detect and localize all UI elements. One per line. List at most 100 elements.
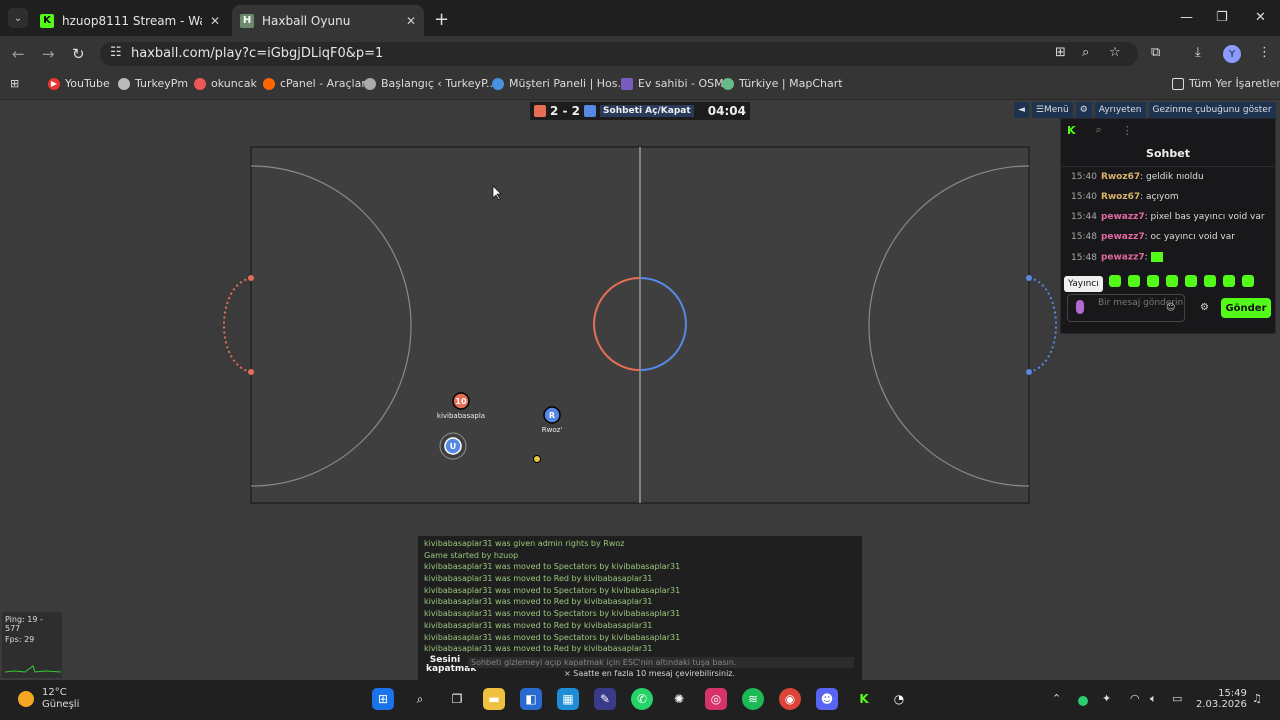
log-lines: kivibabasaplar31 was given admin rights … — [418, 536, 862, 656]
discord-icon[interactable]: ☻ — [816, 688, 838, 710]
streamer-tooltip: Yayıncı — [1064, 276, 1103, 292]
emoji-icon[interactable]: ☺ — [1166, 303, 1175, 313]
msg-user[interactable]: pewazz7 — [1101, 212, 1145, 222]
emote-icon[interactable] — [1166, 275, 1178, 287]
game-log: kivibabasaplar31 was given admin rights … — [418, 536, 862, 680]
kick-icon[interactable]: K — [853, 688, 875, 710]
emote-icon[interactable] — [1242, 275, 1254, 287]
chat-title: Sohbet — [1061, 141, 1275, 167]
network-stats: Ping: 19 - 577 Fps: 29 — [2, 612, 62, 678]
note-text: Saatte en fazla 10 mesaj çevirebilirsini… — [573, 669, 736, 678]
player-name: Rwoz' — [542, 426, 563, 434]
ball — [533, 455, 541, 463]
weather-text: Güneşli — [42, 699, 80, 710]
sun-icon — [18, 691, 34, 707]
msg-time: 15:48 — [1071, 232, 1097, 242]
start-icon[interactable]: ⊞ — [372, 688, 394, 710]
translate-note: × Saatte en fazla 10 mesaj çevirebilirsi… — [564, 669, 736, 678]
right-goal-post — [1026, 275, 1032, 281]
mic-icon[interactable] — [1076, 300, 1084, 314]
app-icon[interactable]: ◔ — [888, 688, 910, 710]
msg-time: 15:44 — [1071, 212, 1097, 222]
msg-text: pixel bas yayıncı void var — [1150, 212, 1265, 222]
msg-text: geldik nıoldu — [1146, 172, 1204, 182]
emote-icon — [1150, 252, 1163, 262]
log-line: kivibabasaplar31 was moved to Red by kiv… — [424, 620, 653, 630]
emote-bar — [1109, 275, 1254, 287]
log-line: kivibabasaplar31 was moved to Spectators… — [424, 585, 681, 595]
chat-message: 15:40 Rwoz67: geldik nıoldu — [1071, 172, 1204, 182]
whatsapp-icon[interactable]: ✆ — [631, 688, 653, 710]
more-icon[interactable]: ⋮ — [1122, 124, 1133, 137]
emote-icon[interactable] — [1204, 275, 1216, 287]
chevron-up-icon[interactable]: ⌃ — [1052, 692, 1061, 705]
ping-text: Ping: 19 - 577 — [5, 615, 43, 633]
msg-user[interactable]: Rwoz67 — [1101, 192, 1140, 202]
status-icon[interactable] — [1078, 696, 1088, 706]
search-icon[interactable]: ⌕ — [1096, 123, 1102, 137]
log-line: kivibabasaplar31 was moved to Red by kiv… — [424, 644, 653, 654]
fps-text: Fps: 29 — [5, 635, 35, 644]
msg-time: 15:40 — [1071, 192, 1097, 202]
msg-user[interactable]: pewazz7 — [1101, 232, 1145, 242]
app-icon[interactable]: ✎ — [594, 688, 616, 710]
clock-date: 2.03.2026 — [1196, 699, 1247, 710]
msg-user[interactable]: Rwoz67 — [1101, 172, 1140, 182]
wifi-icon[interactable]: ◠ — [1130, 692, 1140, 705]
left-goal-net — [223, 277, 252, 373]
msg-text: açıyom — [1146, 192, 1179, 202]
emote-icon[interactable] — [1128, 275, 1140, 287]
chatgpt-icon[interactable]: ✺ — [668, 688, 690, 710]
system-clock[interactable]: 15:49 2.03.2026 — [1196, 688, 1247, 710]
log-line: kivibabasaplar31 was moved to Spectators… — [424, 632, 681, 642]
spotify-icon[interactable]: ≋ — [742, 688, 764, 710]
app-tray-icon[interactable]: ✦ — [1102, 692, 1111, 705]
right-goal-net — [1028, 277, 1057, 373]
chat-message: 15:48 pewazz7: oc yayıncı void var — [1071, 232, 1235, 242]
player-number: R — [549, 411, 555, 420]
player-name: kivibabasapla — [437, 412, 485, 420]
log-line: Game started by hzuop — [424, 550, 519, 560]
emote-icon[interactable] — [1185, 275, 1197, 287]
msg-time: 15:48 — [1071, 252, 1097, 263]
log-line: kivibabasaplar31 was moved to Spectators… — [424, 609, 681, 619]
left-goal-post — [248, 369, 254, 375]
weather-widget[interactable]: 12°C Güneşli — [18, 687, 79, 711]
send-button[interactable]: Gönder — [1221, 298, 1271, 318]
gear-icon[interactable]: ⚙ — [1200, 302, 1209, 313]
emote-icon[interactable] — [1223, 275, 1235, 287]
volume-icon[interactable]: 🔈︎ — [1150, 692, 1157, 706]
right-goal-post — [1026, 369, 1032, 375]
calendar-icon[interactable]: ▦ — [557, 688, 579, 710]
file-explorer-icon[interactable]: ▬ — [483, 688, 505, 710]
emote-icon[interactable] — [1109, 275, 1121, 287]
emote-icon[interactable] — [1147, 275, 1159, 287]
log-line: kivibabasaplar31 was given admin rights … — [424, 539, 625, 548]
chat-message: 15:44 pewazz7: pixel bas yayıncı void var — [1071, 212, 1265, 222]
store-icon[interactable]: ◧ — [520, 688, 542, 710]
player-number: U — [450, 442, 457, 451]
chat-message: 15:40 Rwoz67: açıyom — [1071, 192, 1179, 202]
game-chat-input[interactable]: Sohbeti gizlemeyi açıp kapatmak için ESC… — [468, 657, 854, 668]
battery-icon[interactable]: ▭ — [1172, 692, 1182, 705]
log-line: kivibabasaplar31 was moved to Red by kiv… — [424, 574, 653, 584]
mute-chat-button[interactable]: Sesini kapatmak — [426, 656, 476, 674]
ping-graph — [4, 665, 62, 673]
chat-message: 15:48 pewazz7: — [1061, 247, 1275, 268]
chat-window-header: K ⌕ ⋮ — [1061, 119, 1275, 141]
task-view-icon[interactable]: ❐ — [446, 688, 468, 710]
instagram-icon[interactable]: ◎ — [705, 688, 727, 710]
log-line: kivibabasaplar31 was moved to Red by kiv… — [424, 597, 653, 607]
chrome-icon[interactable]: ◉ — [779, 688, 801, 710]
player-number: 10 — [455, 397, 467, 406]
msg-text: oc yayıncı void var — [1150, 232, 1235, 242]
kick-icon: K — [1067, 123, 1076, 137]
log-line: kivibabasaplar31 was moved to Spectators… — [424, 562, 681, 572]
temperature: 12°C — [42, 687, 67, 698]
clock-time: 15:49 — [1218, 688, 1247, 699]
msg-time: 15:40 — [1071, 172, 1097, 182]
search-icon[interactable]: ⌕ — [409, 688, 431, 710]
notification-bell-icon[interactable]: ♫ — [1252, 692, 1262, 705]
msg-user[interactable]: pewazz7 — [1101, 253, 1145, 263]
left-goal-post — [248, 275, 254, 281]
